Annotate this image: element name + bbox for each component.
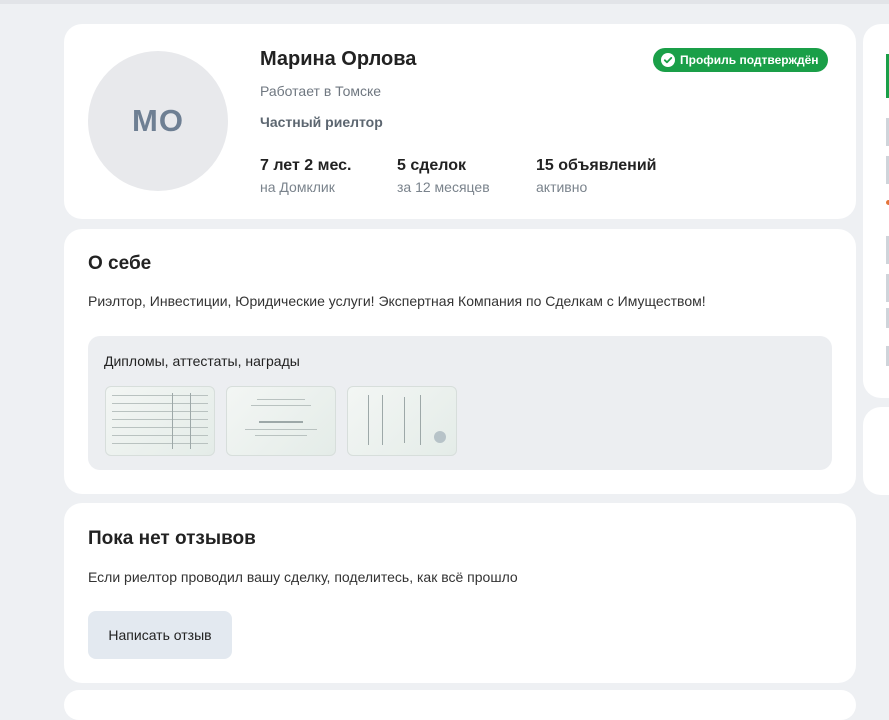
avatar: МО (88, 51, 228, 191)
profile-card: МО Марина Орлова Работает в Томске Частн… (64, 24, 856, 219)
stat-caption: за 12 месяцев (397, 179, 490, 195)
stat-caption: активно (536, 179, 588, 195)
reviews-card: Пока нет отзывов Если риелтор проводил в… (64, 503, 856, 683)
verified-label: Профиль подтверждён (680, 53, 819, 67)
stat-value: 5 сделок (397, 157, 467, 174)
check-circle-icon (661, 53, 675, 67)
side-panel (863, 24, 889, 398)
stat-deals: 5 сделок за 12 месяцев (397, 157, 490, 195)
diplomas-title: Дипломы, аттестаты, награды (104, 353, 300, 369)
reviews-title: Пока нет отзывов (88, 528, 256, 549)
next-card (64, 690, 856, 720)
about-card: О себе Риэлтор, Инвестиции, Юридические … (64, 229, 856, 494)
realtor-role: Частный риелтор (260, 114, 383, 130)
stat-caption: на Домклик (260, 179, 335, 195)
diplomas-section: Дипломы, аттестаты, награды (88, 336, 832, 470)
diploma-thumbnail[interactable] (105, 386, 215, 456)
stat-value: 15 объявлений (536, 157, 657, 174)
side-panel-secondary (863, 407, 889, 495)
realtor-name: Марина Орлова (260, 48, 417, 70)
verified-badge: Профиль подтверждён (653, 48, 828, 72)
stat-listings[interactable]: 15 объявлений активно (536, 157, 657, 195)
reviews-text: Если риелтор проводил вашу сделку, подел… (88, 569, 518, 585)
diploma-thumbnail[interactable] (226, 386, 336, 456)
stat-value: 7 лет 2 мес. (260, 157, 352, 174)
work-city: Работает в Томске (260, 83, 382, 99)
about-text: Риэлтор, Инвестиции, Юридические услуги!… (88, 293, 706, 309)
about-title: О себе (88, 253, 152, 274)
stat-experience: 7 лет 2 мес. на Домклик (260, 157, 351, 195)
write-review-button[interactable]: Написать отзыв (88, 611, 232, 659)
top-bar (0, 0, 889, 4)
diploma-thumbnail[interactable] (347, 386, 457, 456)
